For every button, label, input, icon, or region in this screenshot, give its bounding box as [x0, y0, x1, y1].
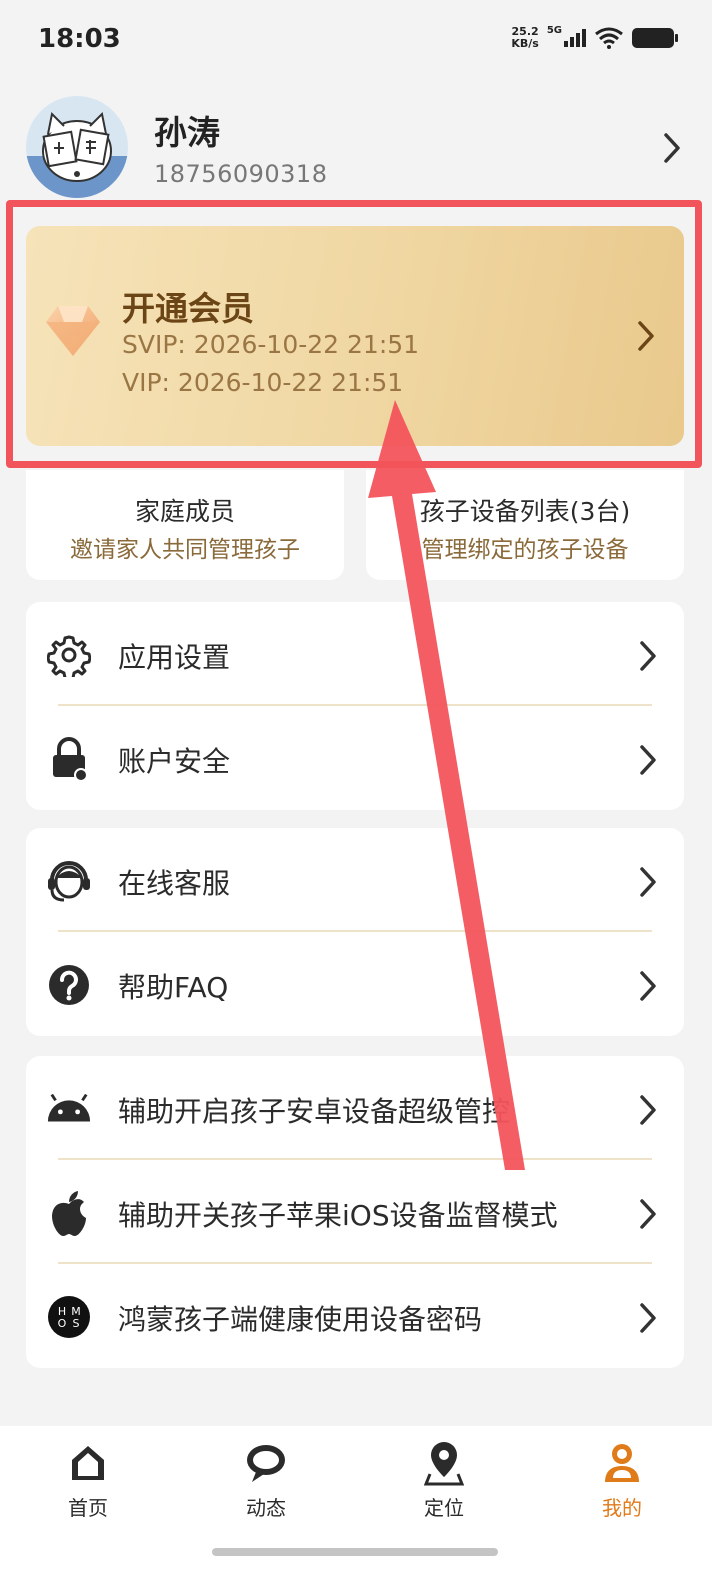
profile-name: 孙涛 [154, 113, 220, 152]
menu-item-account-security[interactable]: 账户安全 [26, 706, 684, 810]
headset-icon [46, 858, 92, 904]
avatar[interactable] [26, 96, 128, 198]
child-devices-card[interactable]: 孩子设备列表(3台) 管理绑定的孩子设备 [366, 470, 684, 580]
status-icons: 25.2 KB/s 5G [511, 24, 678, 50]
chevron-right-icon [640, 1095, 656, 1125]
question-icon [46, 962, 92, 1008]
chevron-right-icon [640, 1303, 656, 1333]
lock-icon [46, 736, 92, 782]
tab-label: 首页 [68, 1496, 108, 1520]
svg-text:O: O [58, 1317, 67, 1330]
menu-item-label: 帮助FAQ [118, 971, 229, 1004]
network-type: 5G [546, 24, 562, 36]
chevron-right-icon [640, 867, 656, 897]
quick-subtitle: 管理绑定的孩子设备 [421, 537, 629, 563]
signal-icon [564, 29, 586, 47]
home-icon [72, 1446, 104, 1480]
tab-label: 定位 [424, 1496, 464, 1520]
gear-icon [46, 632, 92, 678]
chevron-right-icon [640, 745, 656, 775]
tab-activity[interactable]: 动态 [206, 1440, 326, 1521]
tab-home[interactable]: 首页 [28, 1440, 148, 1521]
menu-item-label: 应用设置 [118, 641, 231, 674]
profile-header[interactable]: 孙涛 18756090318 [26, 96, 686, 198]
menu-item-label: 鸿蒙孩子端健康使用设备密码 [118, 1303, 483, 1336]
menu-item-label: 账户安全 [118, 745, 231, 778]
tab-label: 我的 [602, 1496, 642, 1520]
net-speed: 25.2 KB/s [511, 25, 539, 50]
android-icon [46, 1086, 92, 1132]
settings-card: 应用设置 账户安全 [26, 602, 684, 810]
tab-label: 动态 [246, 1496, 286, 1520]
chevron-right-icon [640, 641, 656, 671]
apple-icon [46, 1190, 92, 1236]
menu-item-online-service[interactable]: 在线客服 [26, 828, 684, 932]
menu-item-ios-supervision[interactable]: 辅助开关孩子苹果iOS设备监督模式 [26, 1160, 684, 1264]
tab-location[interactable]: 定位 [384, 1440, 504, 1521]
highlight-box [6, 200, 702, 468]
menu-item-faq[interactable]: 帮助FAQ [26, 932, 684, 1036]
menu-item-label: 在线客服 [118, 867, 231, 900]
device-control-card: 辅助开启孩子安卓设备超级管控 辅助开关孩子苹果iOS设备监督模式 H M O S… [26, 1056, 684, 1368]
quick-subtitle: 邀请家人共同管理孩子 [70, 537, 300, 563]
chat-icon [247, 1445, 285, 1482]
quick-title: 孩子设备列表(3台) [419, 497, 631, 526]
svg-text:S: S [73, 1317, 80, 1330]
chevron-right-icon [640, 1199, 656, 1229]
menu-item-label: 辅助开启孩子安卓设备超级管控 [118, 1095, 511, 1128]
wifi-icon [595, 27, 623, 49]
tab-mine[interactable]: 我的 [562, 1440, 682, 1521]
profile-phone: 18756090318 [154, 160, 328, 188]
menu-item-app-settings[interactable]: 应用设置 [26, 602, 684, 706]
battery-icon [632, 28, 678, 48]
chevron-right-icon[interactable] [662, 132, 682, 164]
quick-title: 家庭成员 [134, 497, 235, 526]
status-bar: 18:03 25.2 KB/s 5G [0, 0, 712, 80]
menu-item-android-control[interactable]: 辅助开启孩子安卓设备超级管控 [26, 1056, 684, 1160]
status-time: 18:03 [38, 24, 121, 54]
family-members-card[interactable]: 家庭成员 邀请家人共同管理孩子 [26, 470, 344, 580]
profile-icon [605, 1444, 639, 1482]
hmos-icon: H M O S [46, 1294, 92, 1340]
menu-item-harmony-password[interactable]: H M O S 鸿蒙孩子端健康使用设备密码 [26, 1264, 684, 1368]
location-icon [424, 1442, 464, 1486]
support-card: 在线客服 帮助FAQ [26, 828, 684, 1036]
chevron-right-icon [640, 971, 656, 1001]
menu-item-label: 辅助开关孩子苹果iOS设备监督模式 [118, 1199, 558, 1232]
home-indicator [212, 1548, 498, 1556]
